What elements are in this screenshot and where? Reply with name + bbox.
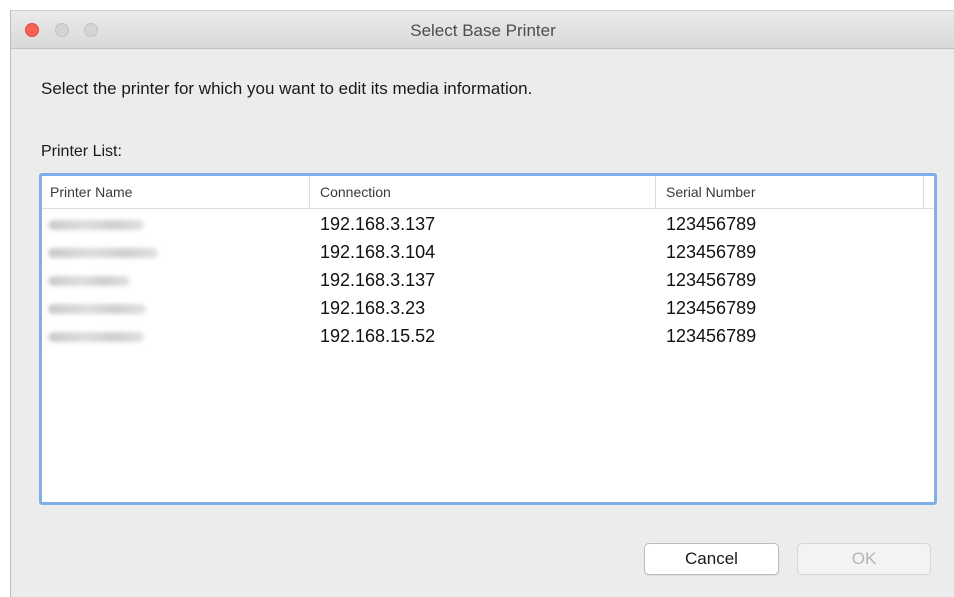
connection-cell: 192.168.3.137 (320, 214, 436, 234)
table-header: Printer Name Connection Serial Number (42, 176, 934, 209)
connection-cell: 192.168.3.23 (320, 298, 426, 318)
serial-number-cell: 123456789 (666, 242, 757, 262)
instruction-text: Select the printer for which you want to… (41, 79, 533, 98)
table-row[interactable]: 192.168.3.104 123456789 (42, 238, 934, 266)
printer-list-table[interactable]: Printer Name Connection Serial Number 19… (39, 173, 937, 505)
connection-cell: 192.168.3.137 (320, 270, 436, 290)
dialog-window: Select Base Printer Select the printer f… (10, 10, 954, 597)
table-row[interactable]: 192.168.3.137 123456789 (42, 266, 934, 294)
printer-name-cell-redacted (48, 294, 168, 322)
table-row[interactable]: 192.168.3.23 123456789 (42, 294, 934, 322)
serial-number-cell: 123456789 (666, 326, 757, 346)
serial-number-cell: 123456789 (666, 298, 757, 318)
title-bar[interactable]: Select Base Printer (11, 11, 954, 49)
printer-name-cell-redacted (48, 266, 168, 294)
column-header-connection[interactable]: Connection (310, 176, 656, 209)
printer-name-cell-redacted (48, 322, 168, 350)
printer-name-cell-redacted (48, 210, 168, 238)
column-header-serial-number[interactable]: Serial Number (656, 176, 924, 209)
cancel-button[interactable]: Cancel (644, 543, 779, 575)
window-title: Select Base Printer (410, 21, 556, 40)
table-row[interactable]: 192.168.15.52 123456789 (42, 322, 934, 350)
column-header-printer-name[interactable]: Printer Name (42, 176, 310, 209)
serial-number-cell: 123456789 (666, 270, 757, 290)
printer-list-label: Printer List: (41, 143, 122, 160)
connection-cell: 192.168.15.52 (320, 326, 436, 346)
serial-number-cell: 123456789 (666, 214, 757, 234)
table-body: 192.168.3.137 123456789 192.168.3.104 12… (42, 210, 934, 350)
ok-button[interactable]: OK (797, 543, 931, 575)
printer-name-cell-redacted (48, 238, 168, 266)
table-row[interactable]: 192.168.3.137 123456789 (42, 210, 934, 238)
connection-cell: 192.168.3.104 (320, 242, 436, 262)
